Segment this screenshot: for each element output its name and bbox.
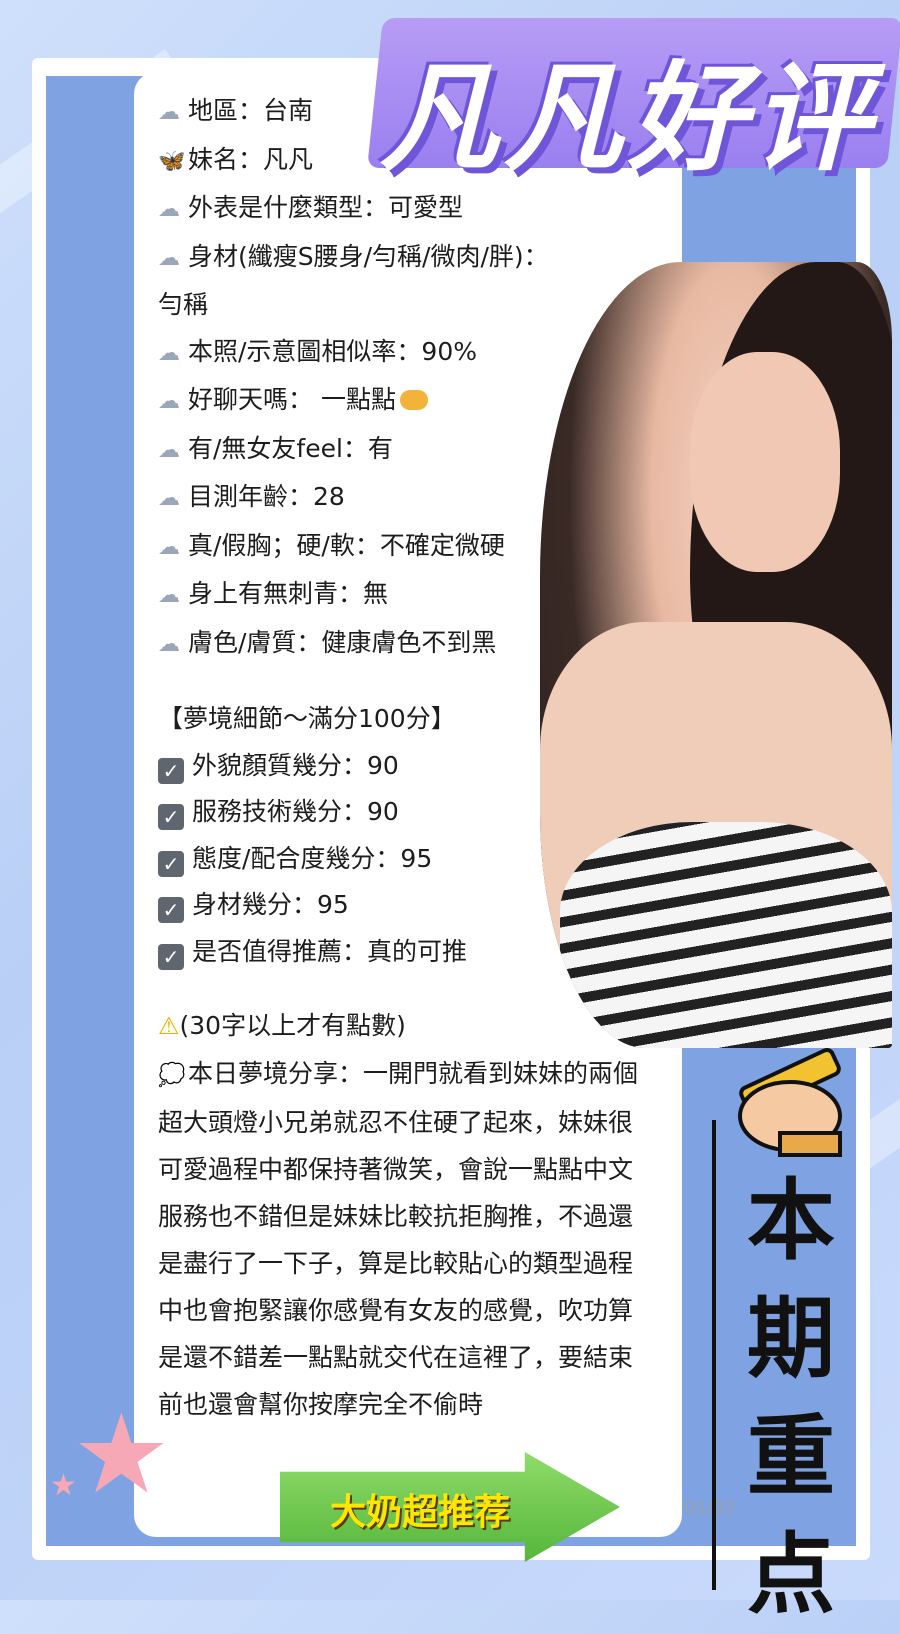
star-decoration: ★ — [50, 1468, 77, 1503]
profile-line: 🦋 妹名：凡凡 — [158, 137, 678, 186]
cloud-icon: ☁ — [158, 100, 180, 125]
cloud-icon: ☁ — [158, 197, 180, 222]
cloud-icon: ☁ — [158, 340, 180, 366]
share-paragraph: 💭 本日夢境分享：一開門就看到妹妹的兩個超大頭燈小兄弟就忍不住硬了起來，妹妹很可愛… — [158, 1050, 648, 1428]
profile-line: ☁ 身上有無刺青：無 — [158, 571, 678, 620]
checkbox-icon: ✓ — [158, 897, 184, 923]
checkbox-icon: ✓ — [158, 757, 184, 784]
badge-label: 大奶超推荐 — [330, 1492, 511, 1533]
sticker-char: 重 — [746, 1405, 835, 1508]
sticker-char: 点 — [746, 1523, 835, 1626]
highlight-sticker: 本 期 重 点 — [716, 1162, 866, 1634]
cloud-icon: ☁ — [158, 245, 180, 271]
cloud-icon: ☁ — [158, 534, 180, 560]
cloud-icon: ☁ — [158, 437, 180, 463]
score-line: ✓ 是否值得推薦：真的可推 — [158, 929, 678, 976]
speech-bubble-icon: 💭 — [158, 1062, 186, 1088]
profile-line: ☁ 膚色/膚質：健康膚色不到黑 — [158, 620, 678, 669]
pinch-hand-icon — [399, 390, 428, 410]
score-line: ✓ 態度/配合度幾分：95 — [158, 836, 678, 883]
profile-line: 勻稱 — [158, 290, 209, 319]
profile-line: ☁ 本照/示意圖相似率：90% — [158, 329, 678, 378]
pencil-hand-icon — [738, 1048, 842, 1157]
review-text: ☁ 地區：台南 🦋 妹名：凡凡 ☁ 外表是什麼類型：可愛型 ☁ 身材(纖瘦S腰身/勻稱/… — [158, 88, 678, 1428]
profile-line: ☁ 目測年齡：28 — [158, 474, 678, 523]
cloud-icon: ☁ — [158, 486, 180, 511]
score-line: ✓ 身材幾分：95 — [158, 882, 678, 929]
checkbox-icon: ✓ — [158, 943, 184, 970]
profile-line: ☁ 有/無女友feel：有 — [158, 426, 678, 475]
cloud-icon: ☁ — [158, 583, 180, 608]
cloud-icon: ☁ — [158, 631, 180, 657]
profile-line: ☁ 好聊天嗎： 一點點 — [158, 377, 678, 426]
score-line: ✓ 服務技術幾分：90 — [158, 789, 678, 836]
sticker-char: 本 — [746, 1169, 835, 1272]
butterfly-icon: 🦋 — [158, 148, 186, 174]
scores-header: 【夢境細節～滿分100分】 — [158, 704, 456, 733]
checkbox-icon: ✓ — [158, 850, 184, 877]
photo-face — [690, 352, 840, 572]
cloud-icon: ☁ — [158, 389, 180, 414]
profile-line: ☁ 真/假胸；硬/軟：不確定微硬 — [158, 523, 678, 572]
checkbox-icon: ✓ — [158, 804, 184, 830]
profile-line: ☁ 身材(纖瘦S腰身/勻稱/微肉/胖)： — [158, 234, 678, 283]
profile-line: ☁ 地區：台南 — [158, 88, 678, 137]
note-line: ⚠(30字以上才有點數) — [158, 1011, 406, 1040]
star-decoration: ★ — [72, 1390, 171, 1518]
sticker-char: 期 — [746, 1287, 835, 1390]
score-line: ✓ 外貌顏質幾分：90 — [158, 743, 678, 790]
profile-line: ☁ 外表是什麼類型：可愛型 — [158, 185, 678, 234]
warning-icon: ⚠ — [158, 1012, 180, 1040]
